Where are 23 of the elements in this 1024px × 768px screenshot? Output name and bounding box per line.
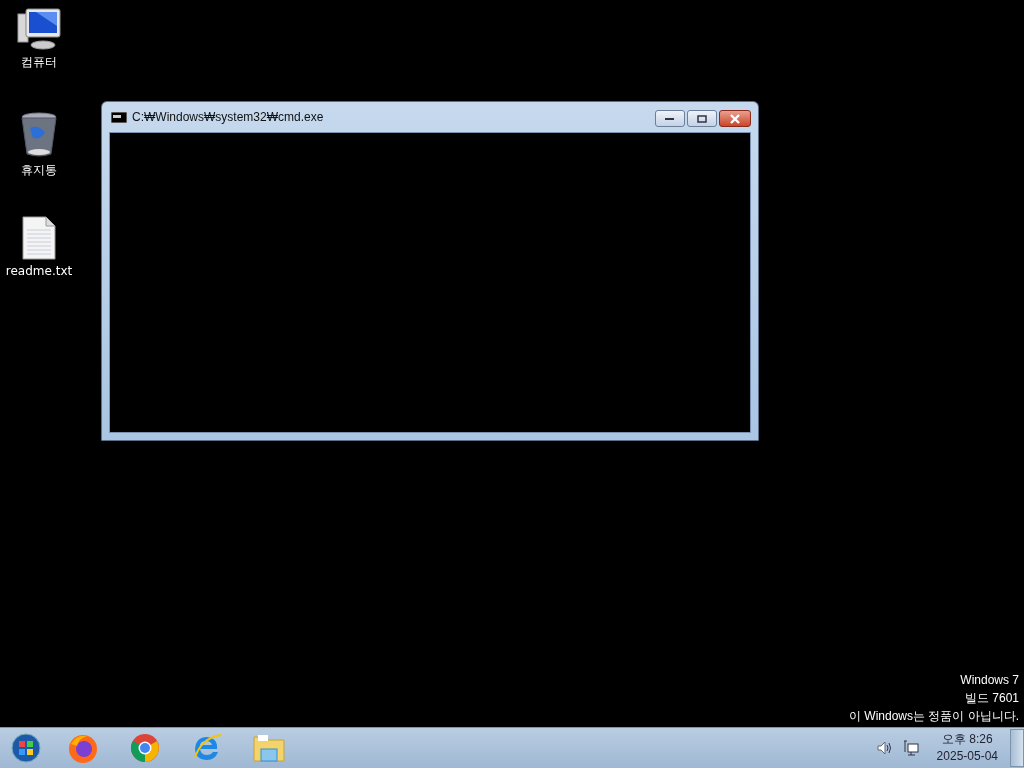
minimize-button[interactable] xyxy=(655,110,685,127)
windows-logo-icon xyxy=(11,733,41,763)
maximize-button[interactable] xyxy=(687,110,717,127)
desktop-notice-text: 빌드 7601 xyxy=(964,690,1019,707)
browser-circle-icon xyxy=(129,732,161,764)
computer-icon[interactable] xyxy=(16,8,62,50)
desktop-icon-label[interactable]: 컴퓨터 xyxy=(21,54,57,71)
close-button[interactable] xyxy=(719,110,751,127)
recycle-bin-icon[interactable] xyxy=(19,112,59,158)
network-icon[interactable] xyxy=(902,740,919,756)
close-icon xyxy=(729,113,741,124)
console-icon xyxy=(111,111,127,123)
desktop-icon-label[interactable]: 휴지통 xyxy=(21,162,57,179)
maximize-icon xyxy=(697,114,707,123)
text-file-icon[interactable] xyxy=(22,216,56,260)
fox-globe-icon xyxy=(67,732,99,764)
desktop-notice-text: Windows 7 xyxy=(960,672,1019,689)
speaker-icon[interactable] xyxy=(876,741,893,755)
desktop-icon-label[interactable]: readme.txt xyxy=(5,264,73,278)
window-title: C:₩Windows₩system32₩cmd.exe xyxy=(132,110,324,124)
folder-icon xyxy=(252,733,286,763)
clock[interactable]: 오후 8:26 2025-05-04 xyxy=(928,731,1006,765)
desktop-notice-text: 이 Windows는 정품이 아닙니다. xyxy=(849,708,1019,725)
